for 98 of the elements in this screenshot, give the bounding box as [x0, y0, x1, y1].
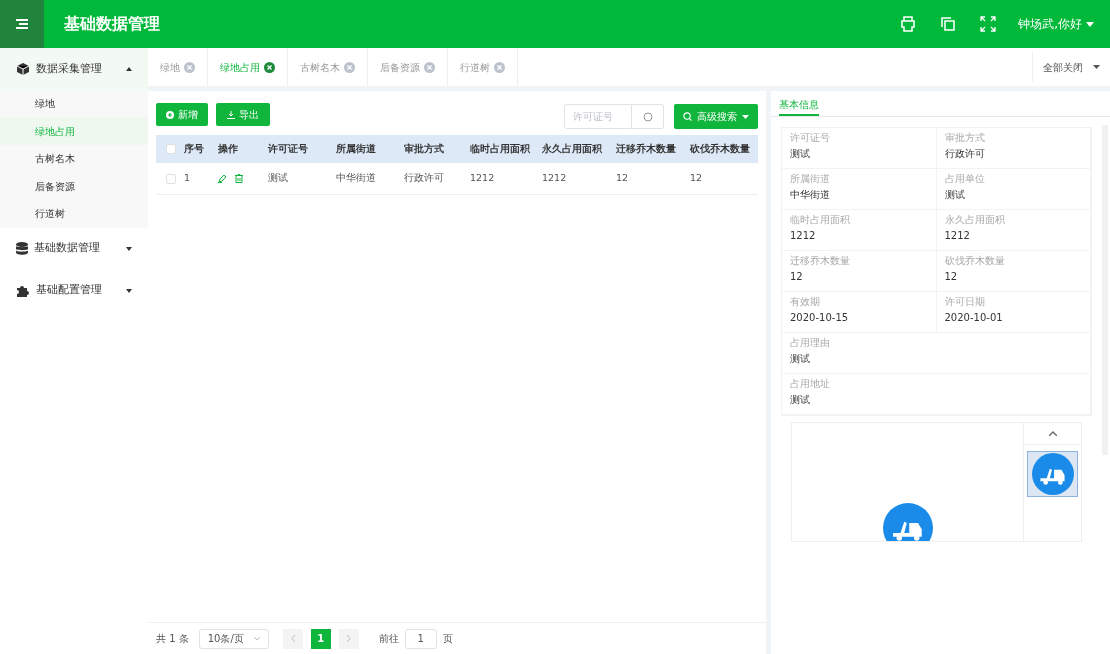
row-checkbox[interactable]: [166, 173, 176, 184]
field-value: 行政许可: [944, 147, 986, 160]
tab[interactable]: 行道树: [448, 48, 518, 86]
field-value: 测试: [790, 147, 811, 160]
menu-item[interactable]: 行道树: [0, 200, 148, 228]
field-value: 12: [944, 270, 959, 283]
caret-icon: [1093, 65, 1100, 69]
advanced-search-button[interactable]: 高级搜索: [674, 104, 758, 129]
fullscreen-icon[interactable]: [980, 16, 997, 32]
detail-tab[interactable]: 基本信息: [779, 94, 819, 116]
field-value: 测试: [790, 393, 811, 406]
edit-icon[interactable]: [218, 174, 227, 183]
column-header: 砍伐乔木数量: [690, 141, 751, 156]
table-cell-text: 1: [184, 171, 192, 186]
tab[interactable]: 古树名木: [288, 48, 368, 86]
field-value: 2020-10-15: [790, 311, 850, 324]
field-label: 有效期: [790, 296, 821, 308]
select-all-checkbox[interactable]: [166, 144, 176, 154]
column-header: 序号: [184, 141, 205, 156]
chevron-left-icon: [290, 635, 295, 642]
chevron-right-icon: [346, 635, 351, 642]
caret-icon: [742, 114, 749, 119]
menu-group[interactable]: 数据采集管理: [0, 48, 148, 90]
crane-truck-icon: [1031, 453, 1074, 495]
search-button[interactable]: [632, 104, 664, 129]
caret-icon: [1086, 21, 1094, 27]
chevron-down-icon: [253, 636, 260, 641]
field-label: 许可日期: [944, 296, 986, 308]
field-label: 迁移乔木数量: [790, 255, 851, 267]
menu-item[interactable]: 绿地: [0, 90, 148, 118]
table-cell-text: 1212: [542, 171, 568, 186]
field-value: 2020-10-01: [944, 311, 1004, 324]
close-icon[interactable]: [264, 61, 275, 73]
field-label: 所属街道: [790, 173, 831, 185]
field-value: 1212: [790, 229, 817, 242]
search-icon: [683, 112, 692, 121]
field-label: 许可证号: [790, 132, 831, 144]
caret-up-icon: [126, 67, 132, 71]
column-header: 永久占用面积: [542, 141, 603, 156]
previous-page-button[interactable]: [282, 628, 303, 649]
page-input[interactable]: 1: [404, 628, 437, 649]
add-button[interactable]: 新增: [156, 103, 208, 126]
tab[interactable]: 绿地占用: [208, 48, 288, 86]
table-cell-text: 1212: [470, 171, 496, 186]
search-field[interactable]: 许可证号: [564, 104, 632, 129]
field-value: 1212: [944, 229, 971, 242]
database-icon: [16, 242, 28, 255]
menu-item[interactable]: 古树名木: [0, 145, 148, 173]
caret-down-icon: [126, 288, 132, 293]
download-icon: [227, 110, 235, 119]
cube-icon: [16, 63, 30, 75]
puzzle-icon: [16, 284, 30, 297]
menu-button[interactable]: [0, 0, 44, 48]
table-cell-text: 12: [616, 171, 630, 186]
field-value: 测试: [944, 188, 966, 201]
caret-down-icon: [126, 246, 132, 251]
field-label: 占用单位: [944, 173, 986, 185]
goto-label: 前往: [378, 632, 399, 646]
page-size-select[interactable]: 10条/页: [198, 628, 269, 649]
field-label: 占用理由: [790, 337, 831, 349]
chevron-up-icon: [1048, 431, 1057, 436]
table-cell-text: 中华街道: [336, 171, 377, 186]
crane-truck-icon: [882, 503, 933, 541]
column-header: 迁移乔木数量: [616, 141, 677, 156]
menu-icon: [16, 19, 28, 29]
user-menu[interactable]: 钟场武,你好: [1018, 15, 1094, 33]
tab[interactable]: 绿地: [148, 48, 208, 86]
total-count: 共 1 条: [156, 632, 189, 646]
trash-icon[interactable]: [235, 174, 243, 183]
field-label: 砍伐乔木数量: [944, 255, 1006, 267]
field-label: 占用地址: [790, 378, 831, 390]
page-button[interactable]: 1: [310, 628, 331, 649]
column-header: 临时占用面积: [470, 141, 531, 156]
next-page-button[interactable]: [338, 628, 359, 649]
thumbnail[interactable]: [1027, 451, 1078, 497]
plus-circle-icon: [166, 110, 174, 119]
table-cell-text: 行政许可: [404, 171, 445, 186]
field-label: 永久占用面积: [944, 214, 1006, 226]
menu-item[interactable]: 绿地占用: [0, 117, 148, 145]
printer-icon[interactable]: [900, 16, 917, 32]
column-header: 许可证号: [268, 141, 309, 156]
search-icon: [642, 111, 653, 122]
table-cell-text: 测试: [268, 171, 289, 186]
field-value: 测试: [790, 352, 811, 365]
tab[interactable]: 后备资源: [368, 48, 448, 86]
column-header: 审批方式: [404, 141, 445, 156]
field-value: 12: [790, 270, 804, 283]
field-value: 中华街道: [790, 188, 831, 201]
table-cell-text: 12: [690, 171, 704, 186]
export-button[interactable]: 导出: [216, 103, 270, 126]
field-label: 审批方式: [944, 132, 986, 144]
column-header: 操作: [218, 141, 239, 156]
field-label: 临时占用面积: [790, 214, 851, 226]
copy-icon[interactable]: [940, 16, 957, 32]
page-unit: 页: [442, 632, 453, 646]
column-header: 所属街道: [336, 141, 377, 156]
menu-item[interactable]: 后备资源: [0, 172, 148, 200]
app-title: 基础数据管理: [64, 13, 160, 35]
